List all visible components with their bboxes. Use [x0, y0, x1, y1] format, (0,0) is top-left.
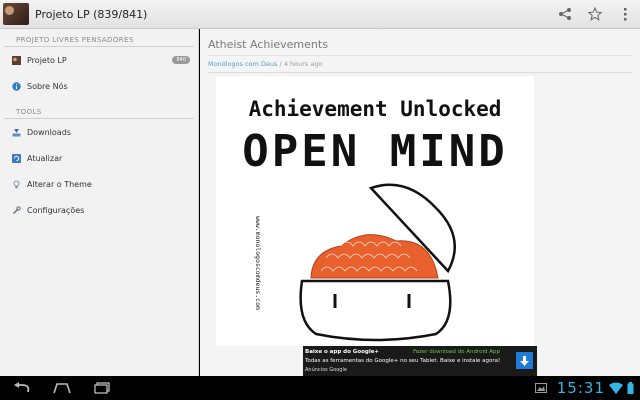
wrench-icon [12, 205, 21, 215]
home-icon [53, 383, 71, 394]
comic-line-1: Achievement Unlocked [249, 97, 502, 121]
ad-attribution: Anúncios Google [305, 367, 347, 373]
unread-count-badge: 840 [172, 56, 190, 64]
sidebar-item-configuracoes[interactable]: Configurações [0, 197, 198, 223]
overflow-menu-icon [624, 8, 627, 21]
article-title: Atheist Achievements [208, 38, 328, 51]
sidebar-item-alterar-theme[interactable]: Alterar o Theme [0, 171, 198, 197]
overflow-menu-button[interactable] [610, 0, 640, 29]
sidebar-item-label: Configurações [27, 205, 85, 215]
bulb-icon [12, 179, 21, 189]
action-bar-actions [550, 0, 640, 29]
app-title: Projeto LP (839/841) [35, 7, 148, 21]
article-source-link[interactable]: Monólogos com Deus [208, 60, 277, 68]
ad-banner[interactable]: Baixe o app do Google+ Fazer download do… [303, 346, 537, 376]
article-view: Atheist Achievements Monólogos com Deus … [200, 29, 640, 376]
comic-drawing: Achievement Unlocked OPEN MIND www.monol… [242, 97, 507, 342]
ad-body: Todas as ferramentas do Google+ no seu T… [305, 358, 501, 364]
sidebar-item-sobre-nos[interactable]: Sobre Nós [0, 73, 198, 99]
sidebar-item-atualizar[interactable]: Atualizar [0, 145, 198, 171]
sidebar-item-projeto-lp[interactable]: Projeto LP 840 [0, 47, 198, 73]
ad-download-button[interactable] [516, 352, 533, 369]
feed-avatar-icon [12, 55, 21, 65]
share-icon [559, 8, 571, 20]
article-time: 4 hours ago [283, 60, 323, 68]
recent-apps-button[interactable] [82, 376, 122, 400]
action-bar: Projeto LP (839/841) [0, 0, 640, 29]
sidebar-item-downloads[interactable]: Downloads [0, 119, 198, 145]
home-button[interactable] [42, 376, 82, 400]
head-shape [299, 279, 452, 342]
sidebar: PROJETO LIVRES PENSADORES Projeto LP 840… [0, 29, 199, 376]
back-icon [14, 382, 30, 393]
info-icon [12, 81, 21, 91]
gallery-notification-icon [534, 383, 547, 393]
download-arrow-icon [520, 355, 529, 366]
clock: 15:31 [556, 379, 605, 397]
recent-apps-icon [94, 382, 110, 394]
share-button[interactable] [550, 0, 580, 29]
sidebar-section-tools: TOOLS [4, 101, 194, 119]
sidebar-item-label: Downloads [27, 127, 71, 137]
article-meta: Monólogos com Deus / 4 hours ago [208, 55, 632, 73]
status-area[interactable]: 15:31 [534, 379, 640, 397]
wifi-icon [609, 382, 623, 394]
article-comic-image: Achievement Unlocked OPEN MIND www.monol… [216, 76, 534, 346]
system-bar: 15:31 [0, 376, 640, 400]
sidebar-item-label: Atualizar [27, 153, 63, 163]
sidebar-item-label: Projeto LP [27, 55, 67, 65]
comic-side-text: www.monologoscomdeus.com [254, 216, 262, 310]
ad-title: Baixe o app do Google+ [305, 349, 380, 355]
ad-subtitle-link[interactable]: Fazer download do Android App [413, 349, 500, 355]
favorite-button[interactable] [580, 0, 610, 29]
sidebar-item-label: Sobre Nós [27, 81, 68, 91]
refresh-icon [12, 153, 21, 163]
star-icon [588, 7, 602, 21]
battery-icon [627, 382, 634, 394]
download-icon [12, 128, 21, 137]
sidebar-section-feeds: PROJETO LIVRES PENSADORES [4, 29, 194, 47]
sidebar-item-label: Alterar o Theme [27, 179, 92, 189]
comic-line-2: OPEN MIND [242, 126, 507, 177]
app-logo-icon[interactable] [3, 3, 29, 25]
back-button[interactable] [2, 376, 42, 400]
